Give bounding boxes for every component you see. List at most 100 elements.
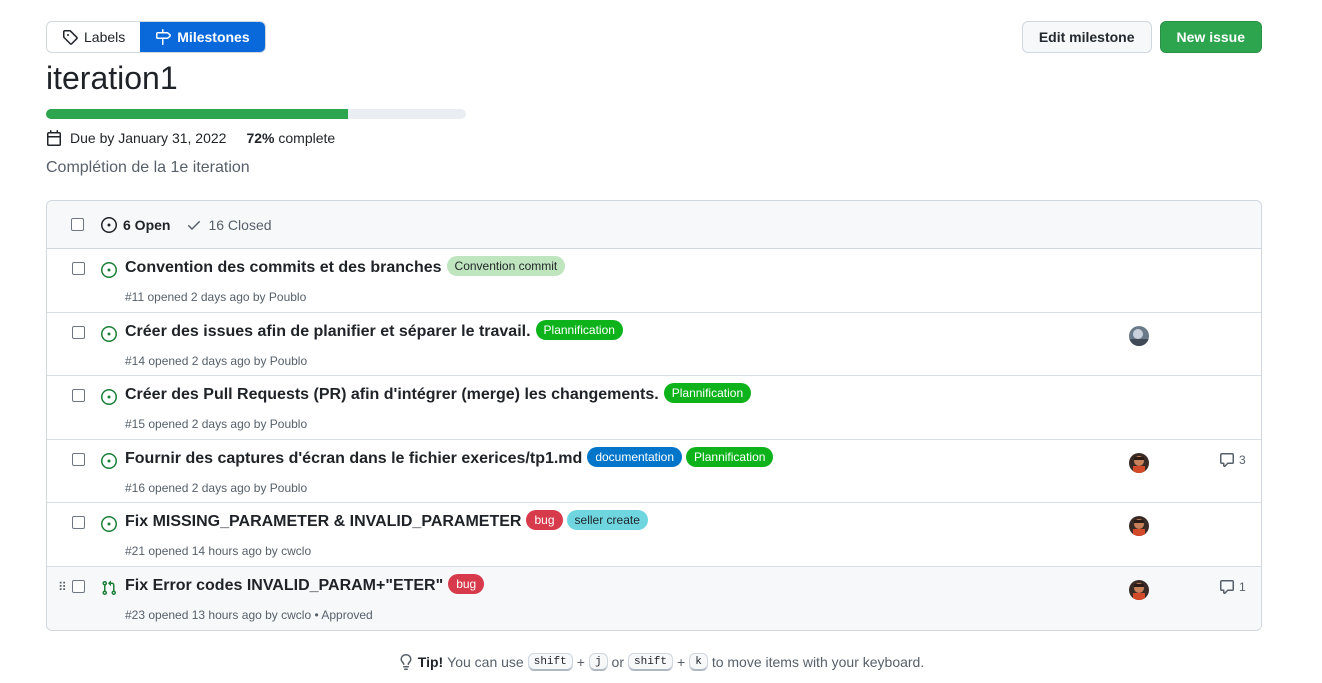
issue-label[interactable]: documentation — [587, 446, 683, 467]
issue-checkbox[interactable] — [72, 262, 85, 275]
light-bulb-icon — [400, 654, 412, 670]
issue-label[interactable]: bug — [448, 573, 485, 594]
comment-icon — [1220, 579, 1234, 594]
issue-opened-icon — [101, 389, 117, 405]
milestone-description: Complétion de la 1e iteration — [46, 159, 250, 176]
closed-issues-filter[interactable]: 16 Closed — [186, 217, 272, 233]
labels-tab[interactable]: Labels — [47, 22, 140, 52]
milestone-icon — [156, 29, 172, 45]
issue-opened-icon — [101, 452, 117, 469]
issue-meta: #23 opened 13 hours ago by cwclo • Appro… — [125, 607, 373, 622]
issue-checkbox[interactable] — [72, 389, 85, 402]
comment-count: 3 — [1239, 452, 1246, 467]
edit-milestone-button[interactable]: Edit milestone — [1021, 21, 1152, 53]
shift-key-2: shift — [628, 653, 674, 671]
issue-row[interactable]: Créer des issues afin de planifier et sé… — [47, 313, 1261, 376]
issue-title[interactable]: Créer des issues afin de planifier et sé… — [125, 323, 531, 341]
avatar-image — [1129, 325, 1149, 346]
tip-text-2: to move items with your keyboard. — [711, 654, 925, 670]
tip-lead: Tip! — [417, 654, 444, 670]
labels-milestones-subnav: Labels Milestones — [46, 21, 266, 53]
issue-title[interactable]: Créer des Pull Requests (PR) afin d'inté… — [125, 386, 659, 404]
avatar-image — [1129, 452, 1149, 473]
tip-plus-1: + — [576, 654, 585, 670]
issue-title[interactable]: Convention des commits et des branches — [125, 259, 442, 277]
issue-meta: #16 opened 2 days ago by Poublo — [125, 480, 308, 495]
assignee-avatar[interactable] — [1129, 579, 1149, 600]
issue-title[interactable]: Fix MISSING_PARAMETER & INVALID_PARAMETE… — [125, 513, 521, 531]
open-issues-filter[interactable]: 6 Open — [101, 216, 171, 233]
milestones-tab[interactable]: Milestones — [140, 22, 265, 52]
issue-opened-icon — [101, 325, 117, 342]
issue-checkbox[interactable] — [72, 579, 85, 593]
issue-checkbox[interactable] — [72, 452, 85, 466]
issue-row[interactable]: Fournir des captures d'écran dans le fic… — [47, 440, 1261, 503]
assignee-avatar[interactable] — [1129, 325, 1149, 346]
comment-count: 1 — [1239, 579, 1246, 594]
issue-label[interactable]: bug — [526, 510, 563, 530]
new-issue-button[interactable]: New issue — [1159, 21, 1262, 53]
labels-tab-label: Labels — [84, 29, 126, 45]
assignee-avatar[interactable] — [1129, 452, 1149, 473]
issue-title[interactable]: Fournir des captures d'écran dans le fic… — [125, 450, 582, 468]
comments-link[interactable]: 1 — [1219, 579, 1246, 595]
issue-label[interactable]: Plannification — [535, 319, 623, 340]
issue-title-line: Convention des commits et des branches Co… — [125, 256, 566, 278]
avatar-image — [1129, 516, 1149, 536]
issue-meta: #21 opened 14 hours ago by cwclo — [125, 544, 312, 558]
j-key: j — [588, 653, 608, 671]
issue-meta: #14 opened 2 days ago by Poublo — [125, 353, 308, 368]
tip-text-1: You can use — [447, 654, 524, 670]
pull-request-icon — [102, 580, 117, 595]
issues-box: 6 Open 16 Closed Convention des commits … — [46, 200, 1262, 631]
issue-checkbox[interactable] — [72, 325, 85, 339]
issue-label[interactable]: Plannification — [663, 383, 752, 403]
tip-plus-2: + — [677, 654, 686, 670]
assignee-avatar[interactable] — [1129, 516, 1149, 536]
issue-label[interactable]: Plannification — [686, 446, 774, 467]
check-icon — [188, 220, 201, 230]
progress-fill — [46, 109, 349, 119]
issue-title-line: Créer des Pull Requests (PR) afin d'inté… — [125, 383, 752, 405]
avatar-image — [1129, 579, 1149, 600]
percent-value: 72% — [246, 130, 275, 146]
issue-label[interactable]: Convention commit — [446, 256, 566, 276]
keyboard-tip: Tip! You can use shift + j or shift + k … — [0, 653, 1322, 671]
issue-title-line: Fournir des captures d'écran dans le fic… — [125, 446, 774, 469]
issue-opened-icon — [101, 262, 117, 278]
drag-handle-icon[interactable]: ⠿ — [58, 580, 67, 594]
milestones-tab-label: Milestones — [177, 29, 250, 45]
issue-row[interactable]: ⠿ Fix Error codes INVALID_PARAM+"ETER" bug… — [47, 566, 1261, 630]
issue-state-filters: 6 Open 16 Closed — [101, 216, 272, 233]
issue-row[interactable]: Fix MISSING_PARAMETER & INVALID_PARAMETE… — [47, 503, 1261, 567]
issue-meta: #15 opened 2 days ago by Poublo — [125, 417, 308, 431]
comment-icon — [1220, 452, 1234, 467]
issue-checkbox[interactable] — [72, 516, 85, 529]
top-bar: Labels Milestones Edit milestone New iss… — [46, 21, 1262, 53]
issue-title[interactable]: Fix Error codes INVALID_PARAM+"ETER" — [125, 577, 443, 595]
issue-title-line: Fix MISSING_PARAMETER & INVALID_PARAMETE… — [125, 510, 648, 532]
open-count: 6 Open — [123, 216, 171, 233]
tip-or: or — [611, 654, 624, 670]
issue-list: Convention des commits et des branches Co… — [47, 249, 1261, 630]
milestone-progress-bar — [46, 109, 466, 119]
issue-row[interactable]: Créer des Pull Requests (PR) afin d'inté… — [47, 376, 1261, 440]
issue-title-line: Créer des issues afin de planifier et sé… — [125, 319, 623, 342]
select-all-checkbox[interactable] — [71, 218, 84, 231]
k-key: k — [689, 653, 708, 671]
percent-label: complete — [278, 130, 336, 146]
header-actions: Edit milestone New issue — [1021, 21, 1262, 53]
issue-row[interactable]: Convention des commits et des branches Co… — [47, 249, 1261, 313]
issue-meta: #11 opened 2 days ago by Poublo — [125, 290, 307, 304]
shift-key: shift — [527, 653, 573, 671]
comments-link[interactable]: 3 — [1219, 452, 1246, 468]
milestone-meta: Due by January 31, 2022 72% complete — [46, 129, 335, 147]
issue-opened-icon — [101, 516, 117, 532]
issue-label[interactable]: seller create — [566, 510, 648, 530]
percent-complete: 72% complete — [246, 130, 335, 146]
issue-opened-icon — [101, 216, 117, 233]
milestone-title: iteration1 — [46, 60, 178, 96]
calendar-icon — [47, 130, 61, 146]
tag-icon — [63, 30, 78, 45]
issues-box-header: 6 Open 16 Closed — [47, 201, 1261, 249]
